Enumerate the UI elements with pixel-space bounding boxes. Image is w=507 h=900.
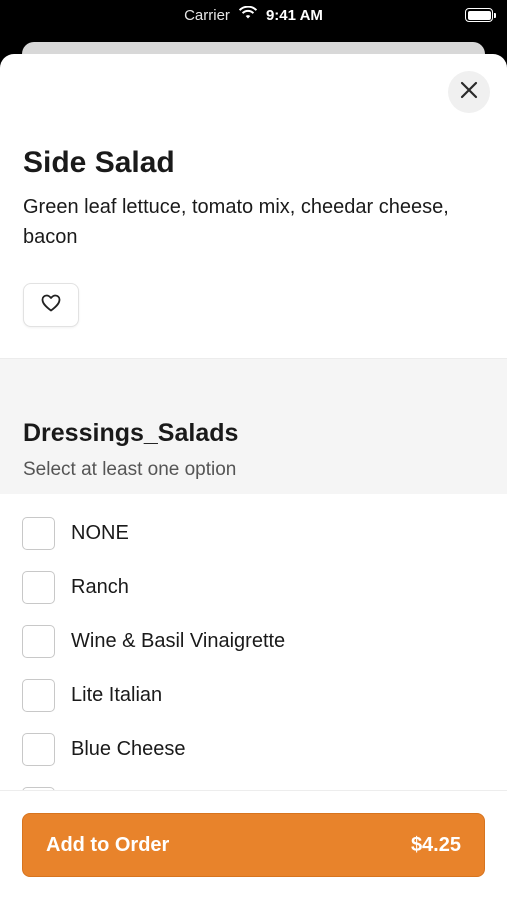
option-label: Wine & Basil Vinaigrette [71, 629, 286, 652]
add-to-order-button[interactable]: Add to Order $4.25 [22, 813, 485, 877]
wifi-icon [238, 5, 258, 24]
option-checkbox[interactable] [22, 678, 55, 712]
order-footer: Add to Order $4.25 [0, 790, 507, 900]
status-bar: Carrier 9:41 AM [0, 0, 507, 32]
battery-icon [465, 8, 496, 22]
option-label: NONE [71, 521, 129, 544]
item-description: Green leaf lettuce, tomato mix, cheedar … [23, 196, 449, 248]
option-checkbox[interactable] [22, 732, 55, 766]
modifier-group-header: Dressings_Salads Select at least one opt… [0, 358, 507, 494]
option-row[interactable]: Wine & Basil Vinaigrette [22, 624, 285, 658]
modifier-group-title: Dressings_Salads [23, 419, 239, 447]
item-title: Side Salad [23, 146, 175, 179]
carrier-label: Carrier [184, 6, 230, 24]
option-label: Lite Italian [71, 683, 163, 706]
favorite-button[interactable] [23, 283, 79, 327]
close-icon [460, 81, 478, 104]
option-row[interactable]: Ranch [22, 570, 129, 604]
order-price: $4.25 [410, 833, 461, 856]
option-label: Blue Cheese [71, 737, 186, 760]
item-detail-sheet: Side Salad Green leaf lettuce, tomato mi… [0, 54, 507, 900]
option-checkbox[interactable] [22, 516, 55, 550]
option-checkbox[interactable] [22, 570, 55, 604]
option-row[interactable]: NONE [22, 516, 129, 550]
option-row[interactable]: Blue Cheese [22, 732, 186, 766]
option-label: Ranch [71, 575, 129, 598]
close-button[interactable] [448, 71, 490, 113]
modifier-group-subtitle: Select at least one option [23, 459, 237, 480]
heart-icon [41, 294, 61, 317]
add-to-order-label: Add to Order [46, 833, 170, 856]
option-row[interactable]: Lite Italian [22, 678, 162, 712]
status-center: Carrier 9:41 AM [0, 5, 507, 24]
option-checkbox[interactable] [22, 624, 55, 658]
status-time: 9:41 AM [265, 6, 323, 24]
